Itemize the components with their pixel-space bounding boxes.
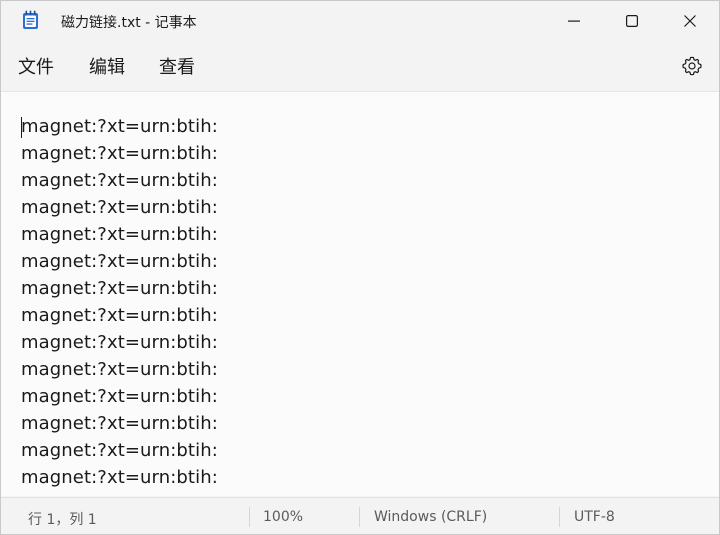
- text-line[interactable]: magnet:?xt=urn:btih:: [21, 169, 218, 196]
- notepad-window: 磁力链接.txt - 记事本 文件 编辑 查看 magnet:?xt=urn:b…: [0, 0, 720, 535]
- text-line[interactable]: magnet:?xt=urn:btih:: [21, 277, 218, 304]
- text-line[interactable]: magnet:?xt=urn:btih:: [21, 439, 218, 466]
- text-line[interactable]: magnet:?xt=urn:btih:: [21, 304, 218, 331]
- text-line[interactable]: magnet:?xt=urn:btih:: [21, 142, 218, 169]
- text-line[interactable]: magnet:?xt=urn:btih:: [21, 250, 218, 277]
- menu-bar: 文件 编辑 查看: [1, 43, 719, 91]
- settings-button[interactable]: [681, 55, 703, 77]
- text-line[interactable]: magnet:?xt=urn:btih:: [21, 223, 218, 250]
- status-divider: [249, 507, 250, 527]
- editor-lines: magnet:?xt=urn:btih: magnet:?xt=urn:btih…: [21, 115, 218, 493]
- text-editor[interactable]: magnet:?xt=urn:btih: magnet:?xt=urn:btih…: [1, 91, 719, 496]
- line-ending[interactable]: Windows (CRLF): [374, 509, 487, 525]
- text-line[interactable]: magnet:?xt=urn:btih:: [21, 331, 218, 358]
- text-caret: [21, 117, 22, 138]
- close-button[interactable]: [661, 1, 719, 41]
- zoom-level[interactable]: 100%: [263, 509, 303, 525]
- text-line[interactable]: magnet:?xt=urn:btih:: [21, 412, 218, 439]
- menu-edit[interactable]: 编辑: [89, 55, 125, 81]
- text-line[interactable]: magnet:?xt=urn:btih:: [21, 358, 218, 385]
- cursor-position: 行 1，列 1: [28, 512, 97, 528]
- minimize-button[interactable]: [545, 1, 603, 41]
- menu-file[interactable]: 文件: [18, 55, 54, 81]
- encoding[interactable]: UTF-8: [574, 509, 615, 525]
- status-divider: [359, 507, 360, 527]
- status-bar: 行 1，列 1 100% Windows (CRLF) UTF-8: [1, 497, 719, 534]
- minimize-icon: [568, 12, 580, 31]
- gear-icon: [681, 56, 703, 81]
- notepad-icon: [22, 10, 39, 30]
- maximize-button[interactable]: [603, 1, 661, 41]
- window-title: 磁力链接.txt - 记事本: [61, 15, 197, 31]
- text-line[interactable]: magnet:?xt=urn:btih:: [21, 115, 218, 142]
- text-line[interactable]: magnet:?xt=urn:btih:: [21, 196, 218, 223]
- maximize-icon: [626, 12, 639, 31]
- text-line[interactable]: magnet:?xt=urn:btih:: [21, 385, 218, 412]
- status-divider: [559, 507, 560, 527]
- close-icon: [684, 12, 696, 31]
- title-bar[interactable]: 磁力链接.txt - 记事本: [1, 1, 719, 41]
- menu-view[interactable]: 查看: [159, 55, 195, 81]
- text-line[interactable]: magnet:?xt=urn:btih:: [21, 466, 218, 493]
